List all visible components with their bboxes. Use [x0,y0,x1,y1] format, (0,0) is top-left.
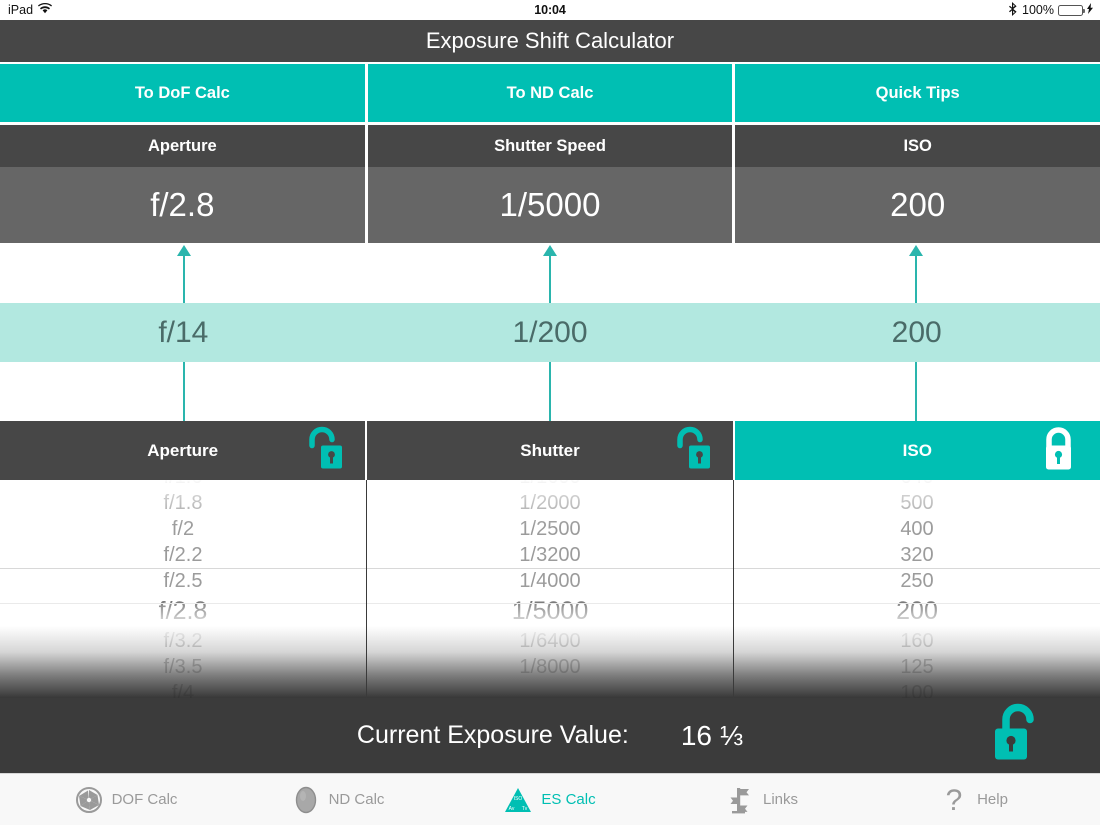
picker-item[interactable]: 1/3200 [519,542,580,568]
picker-item[interactable]: f/3.2 [164,628,203,654]
tab-dof-calc[interactable]: DOF Calc [20,785,232,815]
result-column-iso: ISO 200 [735,125,1100,243]
svg-text:Tv: Tv [522,806,528,812]
original-value-iso: 200 [891,315,942,349]
picker-items-aperture: f/1.6 f/1.8 f/2 f/2.2 f/2.5 f/2.8 f/3.2 … [0,480,366,698]
picker-item[interactable]: 1/2000 [519,490,580,516]
quick-tips-button[interactable]: Quick Tips [735,64,1100,122]
picker-item[interactable]: f/2.2 [164,542,203,568]
picker-item[interactable]: f/1.6 [164,480,203,490]
picker-item[interactable]: 1/8000 [519,654,580,680]
original-values-band: f/14 1/200 200 [0,303,1100,362]
padlock-open-icon[interactable] [303,426,343,475]
picker-item[interactable]: 1/1600 [519,480,580,490]
picker-item[interactable]: f/2 [172,516,194,542]
exposure-triangle-icon: ISO Av Tv [504,785,532,815]
nd-filter-icon [292,785,320,815]
picker-item-selected[interactable]: f/2.8 [159,594,208,628]
picker-item[interactable]: f/3.5 [164,654,203,680]
result-row: Aperture f/2.8 Shutter Speed 1/5000 ISO … [0,125,1100,243]
padlock-open-icon[interactable] [992,702,1048,769]
original-value-shutter: 1/200 [512,315,588,349]
page-title: Exposure Shift Calculator [0,20,1100,62]
picker-item[interactable]: 1/4000 [519,568,580,594]
picker-item[interactable]: 1/6400 [519,628,580,654]
svg-text:Av: Av [509,806,515,812]
tab-label-nd-calc: ND Calc [328,791,385,808]
picker-item[interactable]: 125 [900,654,933,680]
picker-item[interactable]: 320 [900,542,933,568]
result-value-aperture: f/2.8 [0,167,365,243]
picker-item[interactable]: 160 [900,628,933,654]
result-header-aperture: Aperture [0,125,365,167]
tab-help[interactable]: ? Help [868,785,1080,815]
picker-item[interactable]: f/2.5 [164,568,203,594]
to-nd-calc-button[interactable]: To ND Calc [367,64,733,122]
picker-item-selected[interactable]: 200 [896,594,938,628]
picker-items-iso: 640 500 400 320 250 200 160 125 100 80 6… [734,480,1100,698]
tab-bar: DOF Calc ND Calc ISO Av Tv ES Calc Links… [0,773,1100,825]
picker-header-label-aperture: Aperture [147,440,219,460]
nav-button-row: To DoF Calc To ND Calc Quick Tips [0,64,1100,122]
result-value-iso: 200 [735,167,1100,243]
result-header-iso: ISO [735,125,1100,167]
result-value-shutter: 1/5000 [367,167,733,243]
question-mark-icon: ? [940,785,968,815]
picker-wheel-iso[interactable]: 640 500 400 320 250 200 160 125 100 80 6… [734,480,1100,698]
picker-wheel-shutter[interactable]: 1/1600 1/2000 1/2500 1/3200 1/4000 1/500… [367,480,734,698]
battery-full-icon [1058,4,1085,16]
picker-header-shutter[interactable]: Shutter [367,421,735,480]
bluetooth-icon [1009,1,1018,19]
tab-nd-calc[interactable]: ND Calc [232,785,444,815]
status-bar-clock: 10:04 [534,3,566,17]
tab-label-dof-calc: DOF Calc [111,791,178,808]
picker-header-aperture[interactable]: Aperture [0,421,368,480]
picker-item[interactable]: 250 [900,568,933,594]
exposure-value-label: Current Exposure Value: [356,721,629,749]
picker-item[interactable]: f/1.8 [164,490,203,516]
to-dof-calc-button[interactable]: To DoF Calc [0,64,365,122]
battery-percent-label: 100% [1022,3,1054,17]
picker-header-label-shutter: Shutter [520,440,580,460]
picker-item-selected[interactable]: 1/5000 [512,594,588,628]
exposure-value-number: 16 ⅓ [680,719,744,751]
result-column-aperture: Aperture f/2.8 [0,125,365,243]
tab-es-calc[interactable]: ISO Av Tv ES Calc [444,785,656,815]
tab-label-help: Help [977,791,1008,808]
signpost-icon [726,785,754,815]
result-header-shutter: Shutter Speed [367,125,733,167]
padlock-closed-icon[interactable] [1038,426,1078,475]
aperture-blades-icon [75,785,103,815]
exposure-value-bar: Current Exposure Value: 16 ⅓ [0,698,1100,773]
picker-items-shutter: 1/1600 1/2000 1/2500 1/3200 1/4000 1/500… [367,480,733,680]
ios-status-bar: iPad 10:04 100% [0,0,1100,20]
picker-item[interactable]: 400 [900,516,933,542]
tab-label-es-calc: ES Calc [541,791,596,808]
picker-item[interactable]: 500 [900,490,933,516]
tab-label-links: Links [762,791,799,808]
result-column-shutter: Shutter Speed 1/5000 [367,125,733,243]
picker-lock-row: Aperture Shutter ISO [0,421,1100,480]
picker-item[interactable]: f/4 [172,680,194,698]
tab-links[interactable]: Links [656,785,868,815]
original-value-aperture: f/14 [158,315,209,349]
lightning-bolt-icon [1087,3,1093,17]
picker-wheels-row: f/1.6 f/1.8 f/2 f/2.2 f/2.5 f/2.8 f/3.2 … [0,480,1100,698]
status-bar-right: 100% [1009,0,1093,20]
picker-header-iso[interactable]: ISO [734,421,1100,480]
exposure-shift-calculator-app: iPad 10:04 100% Exposure Shift Calculato… [0,0,1100,825]
picker-wheel-aperture[interactable]: f/1.6 f/1.8 f/2 f/2.2 f/2.5 f/2.8 f/3.2 … [0,480,367,698]
padlock-open-icon[interactable] [671,426,711,475]
picker-header-label-iso: ISO [902,440,932,460]
picker-item[interactable]: 640 [900,480,933,490]
picker-item[interactable]: 1/2500 [519,516,580,542]
picker-item[interactable]: 100 [900,680,933,698]
svg-text:?: ? [946,785,963,815]
svg-text:ISO: ISO [514,796,523,802]
